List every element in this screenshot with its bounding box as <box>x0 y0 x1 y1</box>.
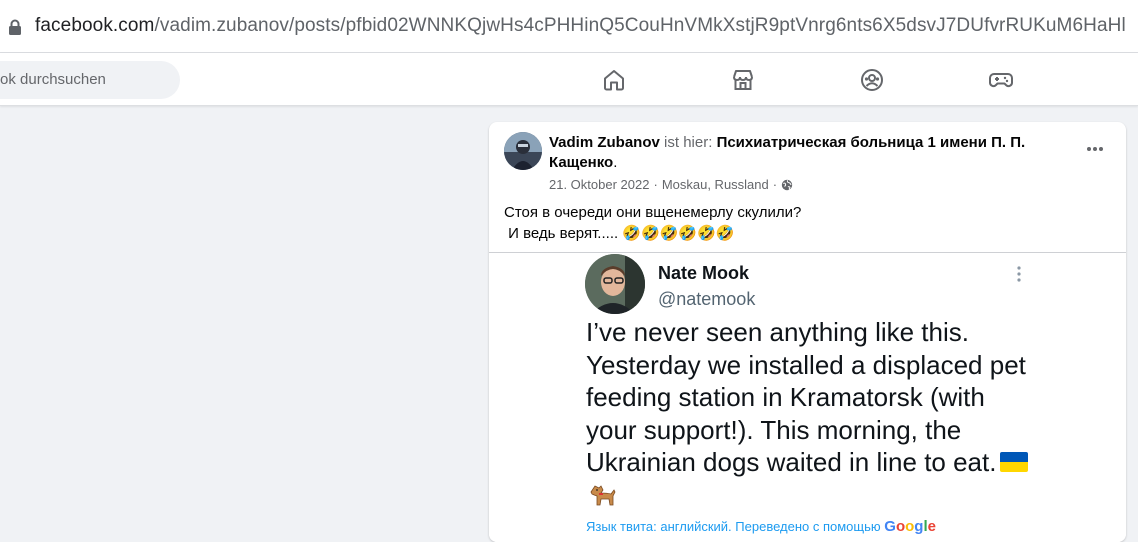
post-date[interactable]: 21. Oktober 2022 <box>549 177 649 192</box>
tweet-avatar <box>585 254 645 314</box>
gaming-icon[interactable] <box>987 66 1015 94</box>
post-header: Vadim Zubanov ist hier: Психиатрическая … <box>549 133 1049 173</box>
meta-separator-2: · <box>772 177 778 192</box>
tweet-author-handle: @natemook <box>658 289 756 309</box>
url-text[interactable]: facebook.com/vadim.zubanov/posts/pfbid02… <box>35 15 1126 37</box>
search-box[interactable] <box>0 61 180 99</box>
meta-separator: · <box>653 177 658 192</box>
author-name[interactable]: Vadim Zubanov <box>549 134 660 151</box>
home-icon[interactable] <box>600 66 628 94</box>
facebook-top-nav <box>0 53 1138 106</box>
ukraine-flag-icon <box>1000 452 1029 472</box>
post-meta: 21. Oktober 2022 · Moskau, Russland · <box>549 177 793 192</box>
url-path: /vadim.zubanov/posts/pfbid02WNNKQjwHs4cP… <box>154 15 1126 36</box>
translate-link[interactable]: Язык твита: английский. Переведено с пом… <box>586 518 936 535</box>
lock-icon[interactable] <box>8 19 22 35</box>
tweet-body-text: I’ve never seen anything like this. Yest… <box>586 317 1026 477</box>
post-text-line-2: И ведь верят..... 🤣🤣🤣🤣🤣🤣 <box>504 225 735 242</box>
marketplace-icon[interactable] <box>729 66 757 94</box>
tweet-more-icon <box>1017 266 1021 282</box>
place-suffix: . <box>613 154 618 171</box>
globe-icon <box>781 179 793 190</box>
url-domain: facebook.com <box>35 15 155 36</box>
search-input[interactable] <box>0 70 168 89</box>
post-text: Стоя в очереди они вщенемерлу скулили? И… <box>504 202 1104 244</box>
google-logo: Google <box>884 518 936 535</box>
translate-text: Язык твита: английский. Переведено с пом… <box>586 519 881 534</box>
post-text-line-1: Стоя в очереди они вщенемерлу скулили? <box>504 204 802 221</box>
more-options-icon[interactable] <box>1083 137 1107 161</box>
tweet-body: I’ve never seen anything like this. Yest… <box>586 316 1041 479</box>
post-location[interactable]: Moskau, Russland <box>662 177 769 192</box>
post-card: Vadim Zubanov ist hier: Психиатрическая … <box>489 122 1126 542</box>
browser-address-bar[interactable]: facebook.com/vadim.zubanov/posts/pfbid02… <box>0 0 1138 52</box>
dog-icon <box>590 485 616 506</box>
author-avatar[interactable] <box>504 132 542 170</box>
groups-icon[interactable] <box>858 66 886 94</box>
tweet-author-name: Nate Mook <box>658 263 750 283</box>
is-here-label: ist hier: <box>664 134 713 151</box>
